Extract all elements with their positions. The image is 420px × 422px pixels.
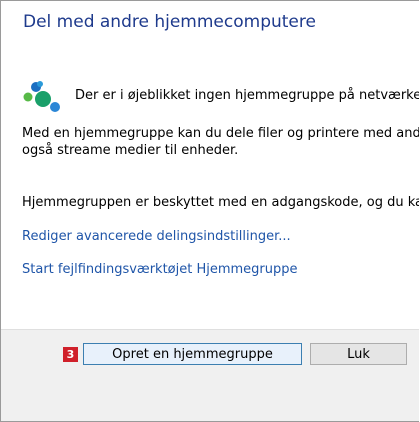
troubleshooter-link[interactable]: Start fejlfindingsværktøjet Hjemmegruppe [22,262,298,277]
create-homegroup-button[interactable]: Opret en hjemmegruppe [83,343,302,365]
close-button[interactable]: Luk [310,343,407,365]
homegroup-description: Med en hjemmegruppe kan du dele filer og… [22,125,419,159]
dialog-title: Del med andre hjemmecomputere [23,12,316,32]
homegroup-icon [23,81,60,112]
homegroup-status-text: Der er i øjeblikket ingen hjemmegruppe p… [75,88,419,103]
advanced-sharing-link[interactable]: Rediger avancerede delingsindstillinger.… [22,229,291,244]
description-line-2: også streame medier til enheder. [22,143,239,158]
dialog-content: Del med andre hjemmecomputere Der er i ø… [1,1,419,329]
step-badge: 3 [63,347,78,362]
description-line-1: Med en hjemmegruppe kan du dele filer og… [22,126,419,141]
password-info-text: Hjemmegruppen er beskyttet med en adgang… [22,195,419,210]
